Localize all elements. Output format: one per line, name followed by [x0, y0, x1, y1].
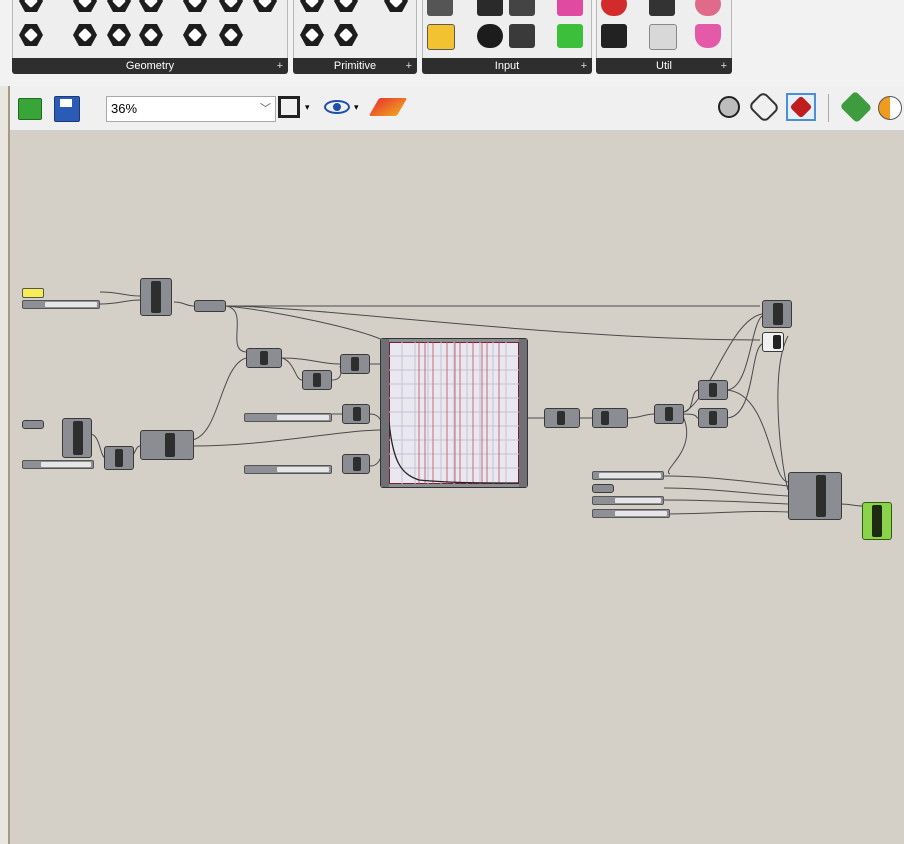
tree-icon[interactable]: [601, 24, 627, 48]
primitive-component-icon[interactable]: [384, 0, 408, 12]
number-slider[interactable]: [592, 509, 670, 518]
graph-mapper-input-grip: [381, 339, 389, 487]
component-node[interactable]: [698, 408, 728, 428]
geometry-component-icon[interactable]: [107, 0, 131, 12]
graph-mapper-icon[interactable]: [427, 24, 455, 50]
geometry-panel-label[interactable]: Geometry +: [12, 58, 288, 74]
sketch-pen-icon[interactable]: [368, 98, 408, 116]
zoom-value: 36%: [111, 101, 138, 116]
component-ribbon: Geometry + Primitive + Input + Util +: [0, 0, 904, 87]
panel-node[interactable]: [762, 332, 784, 352]
dropdown-arrow-icon[interactable]: ▾: [305, 102, 310, 113]
zoom-extents-icon[interactable]: [278, 96, 300, 118]
canvas-toolbar: 36% ﹀ ▾ ▾: [10, 86, 904, 131]
zoom-combobox[interactable]: 36% ﹀: [106, 96, 276, 122]
grasshopper-canvas[interactable]: [10, 130, 904, 844]
component-node[interactable]: [788, 472, 842, 520]
component-node[interactable]: [544, 408, 580, 428]
primitive-panel: Primitive +: [293, 0, 417, 76]
boolean-toggle[interactable]: [22, 288, 44, 298]
primitive-panel-label[interactable]: Primitive +: [293, 58, 417, 74]
surface-component-icon[interactable]: [183, 24, 207, 46]
point-component-icon[interactable]: [19, 24, 43, 46]
button-input-icon[interactable]: [477, 0, 503, 16]
component-node[interactable]: [342, 404, 370, 424]
geometry-component-icon[interactable]: [219, 0, 243, 12]
param-node[interactable]: [22, 420, 44, 429]
preview-mesh-icon[interactable]: [878, 96, 902, 120]
curve-component-icon[interactable]: [73, 24, 97, 46]
number-slider[interactable]: [22, 460, 94, 469]
number-slider[interactable]: [244, 465, 332, 474]
geometry-component-icon[interactable]: [253, 0, 277, 12]
input-panel: Input +: [422, 0, 592, 76]
component-node[interactable]: [246, 348, 282, 368]
graph-mapper-plot: [389, 342, 519, 484]
component-node[interactable]: [62, 418, 92, 458]
number-slider[interactable]: [592, 496, 664, 505]
primitive-component-icon[interactable]: [334, 0, 358, 12]
component-node[interactable]: [654, 404, 684, 424]
preview-selected-icon[interactable]: [786, 93, 816, 121]
arrow-outline-icon[interactable]: [649, 24, 677, 50]
flask-icon[interactable]: [695, 24, 721, 48]
expand-icon[interactable]: +: [721, 58, 727, 74]
number-slider[interactable]: [244, 413, 332, 422]
arrow-right-icon[interactable]: [649, 0, 675, 16]
expand-icon[interactable]: +: [581, 58, 587, 74]
preview-wireframe-icon[interactable]: [718, 96, 740, 118]
geometry-panel: Geometry +: [12, 0, 288, 76]
component-node[interactable]: [340, 354, 370, 374]
graph-mapper[interactable]: [380, 338, 528, 488]
gradient-input-icon[interactable]: [557, 0, 583, 16]
util-panel: Util +: [596, 0, 732, 76]
input-panel-label[interactable]: Input +: [422, 58, 592, 74]
image-sampler-icon[interactable]: [557, 24, 583, 48]
param-node[interactable]: [592, 484, 614, 493]
expand-icon[interactable]: +: [406, 58, 412, 74]
graph-mapper-output-grip: [519, 339, 527, 487]
open-file-icon[interactable]: [18, 98, 42, 120]
canvas-left-edge: [0, 86, 10, 844]
geometry-component-icon[interactable]: [19, 0, 43, 12]
separator: [828, 94, 829, 122]
save-icon[interactable]: [54, 96, 80, 122]
line-component-icon[interactable]: [107, 24, 131, 46]
toggle-input-icon[interactable]: [509, 0, 535, 16]
param-node[interactable]: [194, 300, 226, 312]
color-wheel-icon[interactable]: [477, 24, 503, 48]
primitive-component-icon[interactable]: [300, 0, 324, 12]
cherries-icon[interactable]: [601, 0, 627, 16]
component-node[interactable]: [592, 408, 628, 428]
component-node[interactable]: [140, 278, 172, 316]
text-component-icon[interactable]: [334, 24, 358, 46]
bake-icon[interactable]: [839, 90, 873, 124]
util-panel-label[interactable]: Util +: [596, 58, 732, 74]
integer-component-icon[interactable]: [300, 24, 324, 46]
component-node[interactable]: [698, 380, 728, 400]
preview-shaded-icon[interactable]: [747, 90, 781, 124]
component-node[interactable]: [140, 430, 194, 460]
chevron-down-icon[interactable]: ﹀: [260, 97, 271, 121]
value-list-icon[interactable]: [509, 24, 535, 48]
geometry-component-icon[interactable]: [183, 0, 207, 12]
output-component[interactable]: [862, 502, 892, 540]
slider-input-icon[interactable]: [427, 0, 453, 16]
geometry-component-icon[interactable]: [73, 0, 97, 12]
number-slider[interactable]: [22, 300, 100, 309]
number-slider[interactable]: [592, 471, 664, 480]
preview-eye-icon[interactable]: [324, 100, 350, 114]
component-node[interactable]: [302, 370, 332, 390]
expand-icon[interactable]: +: [277, 58, 283, 74]
geometry-component-icon[interactable]: [139, 0, 163, 12]
component-node[interactable]: [762, 300, 792, 328]
mesh-component-icon[interactable]: [219, 24, 243, 46]
galapagos-icon[interactable]: [695, 0, 721, 16]
dropdown-arrow-icon[interactable]: ▾: [354, 102, 359, 113]
plane-component-icon[interactable]: [139, 24, 163, 46]
component-node[interactable]: [104, 446, 134, 470]
component-node[interactable]: [342, 454, 370, 474]
